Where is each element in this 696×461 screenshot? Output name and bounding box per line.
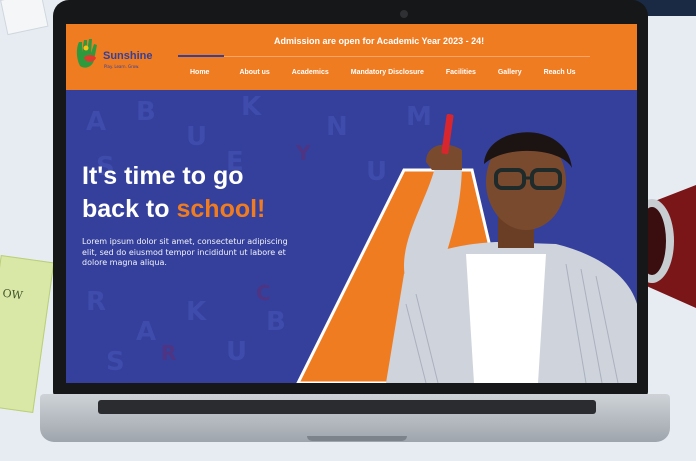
book-cover-text: OW bbox=[1, 286, 24, 303]
background-paper bbox=[0, 0, 49, 36]
nav-mandatory-disclosure[interactable]: Mandatory Disclosure bbox=[351, 69, 424, 76]
logo-tagline: Play. Learn. Grow. bbox=[104, 64, 140, 69]
admission-announcement: Admission are open for Academic Year 202… bbox=[274, 36, 485, 46]
laptop-keyboard bbox=[98, 400, 596, 414]
nav-home[interactable]: Home bbox=[190, 69, 209, 76]
main-nav: Home About us Academics Mandatory Disclo… bbox=[190, 69, 576, 76]
svg-text:A: A bbox=[86, 107, 106, 137]
nav-reach-us[interactable]: Reach Us bbox=[544, 69, 576, 76]
laptop-notch bbox=[307, 436, 407, 441]
svg-text:A: A bbox=[136, 317, 156, 347]
nav-gallery[interactable]: Gallery bbox=[498, 69, 522, 76]
site-header: Sunshine Play. Learn. Grow. Admission ar… bbox=[66, 24, 637, 90]
svg-text:R: R bbox=[86, 287, 106, 317]
svg-text:Y: Y bbox=[295, 141, 311, 165]
logo-name[interactable]: Sunshine bbox=[103, 50, 153, 62]
nav-academics[interactable]: Academics bbox=[292, 69, 329, 76]
svg-text:K: K bbox=[186, 297, 207, 327]
hero-body-text: Lorem ipsum dolor sit amet, consectetur … bbox=[82, 237, 288, 267]
svg-text:R: R bbox=[161, 341, 176, 365]
svg-text:K: K bbox=[241, 92, 262, 122]
hero-title: It's time to go back to school! bbox=[82, 160, 265, 226]
svg-text:U: U bbox=[226, 337, 247, 367]
svg-text:S: S bbox=[106, 347, 125, 377]
webcam-icon bbox=[400, 10, 408, 18]
svg-text:C: C bbox=[256, 281, 271, 305]
hero-title-line1: It's time to go bbox=[82, 162, 244, 190]
header-divider-accent bbox=[178, 55, 224, 57]
student-photo bbox=[386, 114, 637, 383]
header-divider bbox=[178, 56, 590, 57]
svg-text:B: B bbox=[266, 307, 286, 337]
hand-logo-icon[interactable] bbox=[74, 36, 104, 70]
nav-about-us[interactable]: About us bbox=[239, 69, 269, 76]
nav-facilities[interactable]: Facilities bbox=[446, 69, 476, 76]
hero-title-accent: school! bbox=[176, 195, 266, 223]
website-screen: ABU KSE NUM RAK UBS YRC Sunshine Play. L… bbox=[66, 24, 637, 383]
svg-text:B: B bbox=[136, 97, 156, 127]
hero-title-line2: back to school! bbox=[82, 193, 265, 226]
hero-title-prefix: back to bbox=[82, 195, 177, 223]
background-book: OW bbox=[0, 254, 55, 414]
svg-text:N: N bbox=[326, 112, 348, 142]
svg-text:U: U bbox=[186, 122, 207, 152]
